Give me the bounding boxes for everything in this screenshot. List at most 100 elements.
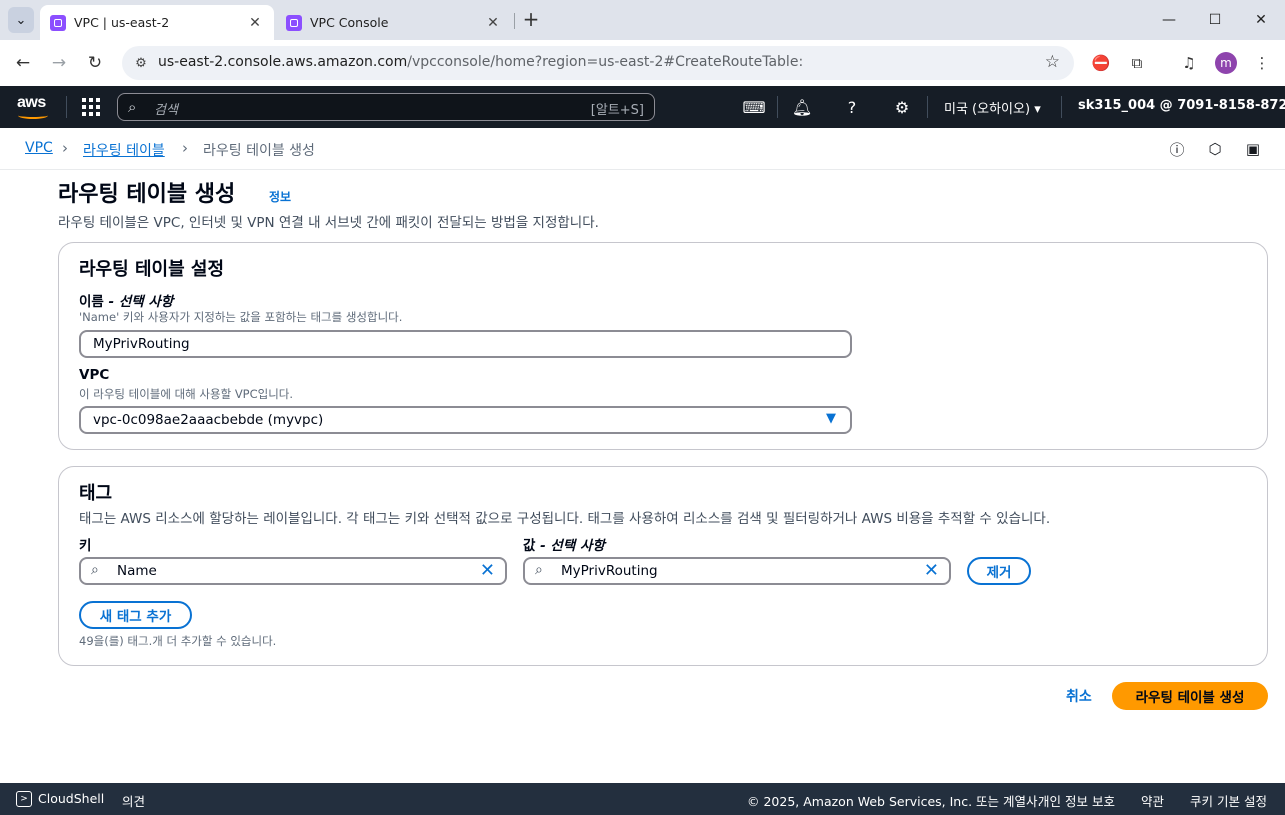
tag-value-value: MyPrivRouting — [561, 563, 658, 579]
tab-search-chevron-icon[interactable]: ⌄ — [8, 7, 34, 33]
vpc-favicon-icon — [50, 14, 66, 31]
tab-title: VPC Console — [310, 15, 389, 30]
close-tab-icon[interactable]: ✕ — [484, 14, 502, 32]
close-window-icon[interactable]: ✕ — [1249, 8, 1273, 32]
clear-x-icon[interactable]: ✕ — [924, 560, 939, 581]
breadcrumb-vpc[interactable]: VPC — [25, 140, 53, 156]
tag-key-value: Name — [117, 563, 157, 579]
optional-text: - 선택 사항 — [535, 538, 605, 554]
breadcrumb-current: 라우팅 테이블 생성 — [203, 143, 315, 159]
vpc-select-value: vpc-0c098ae2aaacbebde (myvpc) — [93, 412, 324, 428]
name-label-text: 이름 — [79, 294, 104, 310]
notifications-bell-icon[interactable]: 🔔︎ — [791, 96, 813, 118]
optional-text: - 선택 사항 — [103, 294, 174, 310]
settings-card-title: 라우팅 테이블 설정 — [79, 259, 225, 280]
footer-feedback-link[interactable]: 의견 — [122, 791, 145, 810]
name-input-value: MyPrivRouting — [93, 336, 190, 352]
browser-toolbar: ← → ↻ ⚙ us-east-2.console.aws.amazon.com… — [0, 40, 1285, 86]
extension-blocked-icon[interactable]: ⛔ — [1089, 51, 1113, 75]
url-text: us-east-2.console.aws.amazon.com/vpccons… — [158, 54, 803, 70]
aws-logo-smile — [18, 112, 48, 119]
footer-terms-link[interactable]: 약관 — [1141, 791, 1164, 810]
footer-cloudshell-link[interactable]: CloudShell — [38, 791, 104, 806]
tags-description: 태그는 AWS 리소스에 할당하는 레이블입니다. 각 태그는 키와 선택적 값… — [79, 511, 1051, 527]
footer-cookies-link[interactable]: 쿠키 기본 설정 — [1190, 791, 1267, 810]
services-grid-icon[interactable] — [82, 98, 100, 116]
console-footer: > CloudShell 의견 © 2025, Amazon Web Servi… — [0, 783, 1285, 815]
tag-value-label-text: 값 — [523, 538, 536, 554]
cloudshell-icon: > — [16, 791, 32, 807]
vpc-select[interactable]: vpc-0c098ae2aaacbebde (myvpc) ▼ — [79, 406, 852, 434]
tab-title: VPC | us-east-2 — [74, 15, 170, 30]
caret-down-icon: ▾ — [1034, 102, 1041, 117]
chevron-right-icon: › — [182, 139, 188, 157]
breadcrumb: VPC › 라우팅 테이블 › 라우팅 테이블 생성 ⓘ ⬡ ▣ — [0, 128, 1285, 170]
page-description: 라우팅 테이블은 VPC, 인터넷 및 VPN 연결 내 서브넷 간에 패킷이 … — [58, 215, 599, 231]
info-circle-icon[interactable]: ⓘ — [1166, 138, 1188, 160]
caret-down-icon: ▼ — [826, 411, 836, 426]
tag-key-label: 키 — [79, 538, 92, 554]
address-bar[interactable]: ⚙ us-east-2.console.aws.amazon.com/vpcco… — [122, 46, 1074, 80]
search-icon: ⌕ — [128, 98, 137, 116]
name-field-hint: 'Name' 키와 사용자가 지정하는 값을 포함하는 태그를 생성합니다. — [79, 310, 403, 324]
info-link[interactable]: 정보 — [269, 188, 291, 205]
aws-top-nav: aws ⌕ 검색 [알트+S] ⌨ 🔔︎ ? ⚙ 미국 (오하이오) ▾ sk3… — [0, 86, 1285, 128]
vpc-favicon-icon — [286, 14, 302, 31]
browser-menu-icon[interactable]: ⋮ — [1250, 51, 1274, 75]
tab-divider — [514, 13, 515, 29]
remaining-tags-note: 49을(를) 태그.개 더 추가할 수 있습니다. — [79, 634, 277, 648]
tag-value-input[interactable]: ⌕ MyPrivRouting ✕ — [523, 557, 951, 585]
new-tab-plus-icon[interactable]: + — [520, 9, 542, 31]
nav-divider — [1061, 96, 1062, 118]
nav-divider — [927, 96, 928, 118]
add-tag-button[interactable]: 새 태그 추가 — [79, 601, 192, 629]
forward-arrow-icon[interactable]: → — [46, 50, 72, 76]
account-label: sk315_004 @ 7091-8158-8723 — [1078, 98, 1285, 113]
browser-tab-vpc[interactable]: VPC | us-east-2 ✕ — [40, 5, 274, 40]
tags-card-title: 태그 — [79, 483, 113, 504]
cloudshell-icon[interactable]: ⌨ — [742, 96, 765, 118]
route-table-settings-card: 라우팅 테이블 설정 이름 - 선택 사항 'Name' 키와 사용자가 지정하… — [58, 242, 1268, 450]
minimize-window-icon[interactable]: — — [1157, 8, 1181, 32]
console-search-input[interactable]: ⌕ 검색 [알트+S] — [117, 93, 655, 121]
footer-copyright: © 2025, Amazon Web Services, Inc. 또는 계열사… — [747, 794, 1042, 809]
settings-gear-icon[interactable]: ⚙ — [891, 96, 913, 118]
clear-x-icon[interactable]: ✕ — [480, 560, 495, 581]
media-controls-icon[interactable]: ♫ — [1177, 51, 1201, 75]
url-path: /vpcconsole/home?region=us-east-2#Create… — [407, 54, 804, 70]
close-tab-icon[interactable]: ✕ — [246, 14, 264, 32]
site-settings-icon[interactable]: ⚙ — [132, 54, 150, 72]
footer-privacy-link[interactable]: 개인 정보 보호 — [1038, 791, 1115, 810]
search-icon: ⌕ — [535, 562, 543, 578]
feedback-screen-icon[interactable]: ▣ — [1242, 138, 1264, 160]
aws-logo[interactable]: aws — [16, 94, 52, 120]
nav-divider — [777, 96, 778, 118]
maximize-window-icon[interactable]: ☐ — [1203, 8, 1227, 32]
name-input[interactable]: MyPrivRouting — [79, 330, 852, 358]
tags-card: 태그 태그는 AWS 리소스에 할당하는 레이블입니다. 각 태그는 키와 선택… — [58, 466, 1268, 666]
name-field-label: 이름 - 선택 사항 — [79, 290, 173, 310]
remove-tag-button[interactable]: 제거 — [967, 557, 1031, 585]
back-arrow-icon[interactable]: ← — [10, 50, 36, 76]
search-placeholder: 검색 — [154, 103, 178, 118]
vpc-field-hint: 이 라우팅 테이블에 대해 사용할 VPC입니다. — [79, 387, 294, 401]
browser-tabstrip: ⌄ VPC | us-east-2 ✕ VPC Console ✕ + — ☐ … — [0, 0, 1285, 40]
search-shortcut-hint: [알트+S] — [590, 103, 644, 118]
account-menu[interactable]: sk315_004 @ 7091-8158-8723 ▾ — [1078, 98, 1285, 113]
create-route-table-button[interactable]: 라우팅 테이블 생성 — [1112, 682, 1268, 710]
bookmark-star-icon[interactable]: ☆ — [1045, 52, 1060, 72]
breadcrumb-route-tables[interactable]: 라우팅 테이블 — [83, 140, 165, 160]
region-selector[interactable]: 미국 (오하이오) ▾ — [944, 98, 1041, 117]
cancel-button[interactable]: 취소 — [1066, 686, 1092, 706]
search-icon: ⌕ — [91, 562, 99, 578]
help-question-icon[interactable]: ? — [841, 96, 863, 118]
chevron-right-icon: › — [62, 139, 68, 157]
browser-tab-vpc-console[interactable]: VPC Console ✕ — [276, 5, 512, 40]
nav-divider — [66, 96, 67, 118]
reload-icon[interactable]: ↻ — [82, 50, 108, 76]
extensions-puzzle-icon[interactable]: ⧉ — [1125, 51, 1149, 75]
tag-key-input[interactable]: ⌕ Name ✕ — [79, 557, 507, 585]
page-title: 라우팅 테이블 생성 — [58, 182, 236, 207]
profile-avatar[interactable]: m — [1215, 52, 1237, 74]
security-shield-icon[interactable]: ⬡ — [1204, 138, 1226, 160]
